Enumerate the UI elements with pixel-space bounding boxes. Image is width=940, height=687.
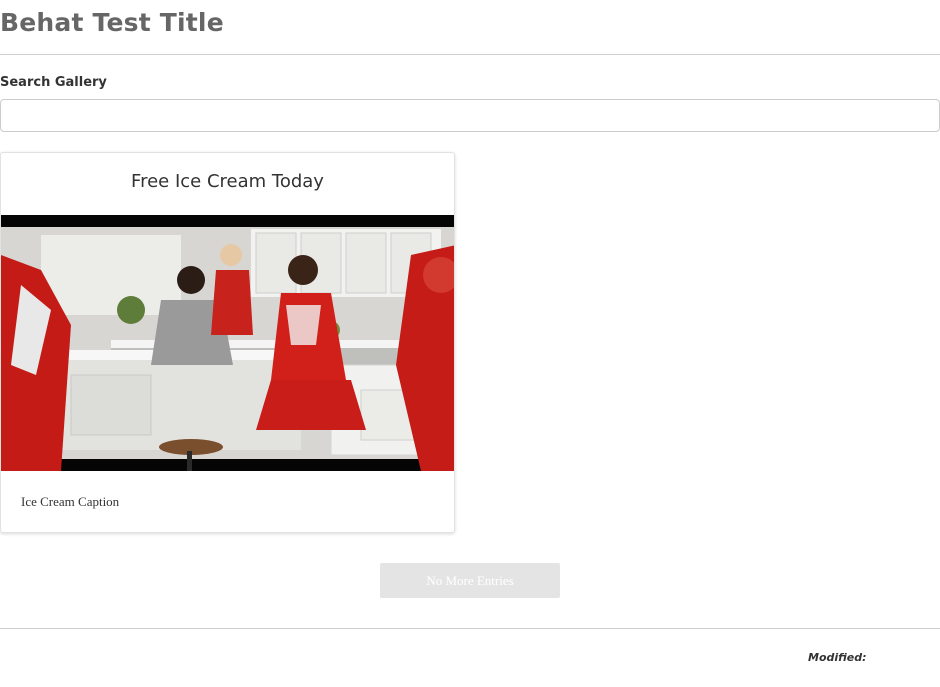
gallery-card-title: Free Ice Cream Today: [131, 171, 324, 192]
footer-divider: [0, 628, 940, 629]
modified-label: Modified:: [808, 651, 867, 664]
search-gallery-input[interactable]: [0, 99, 940, 132]
gallery-card-caption: Ice Cream Caption: [21, 494, 120, 509]
header-divider: [0, 54, 940, 55]
no-more-entries-button[interactable]: No More Entries: [380, 563, 560, 598]
page: Behat Test Title Search Gallery Free Ice…: [0, 0, 940, 687]
search-gallery-label: Search Gallery: [0, 75, 107, 90]
gallery-card-image[interactable]: [1, 215, 455, 471]
gallery-card[interactable]: Free Ice Cream Today Ice Cream Caption: [0, 152, 455, 533]
page-title: Behat Test Title: [0, 8, 224, 37]
